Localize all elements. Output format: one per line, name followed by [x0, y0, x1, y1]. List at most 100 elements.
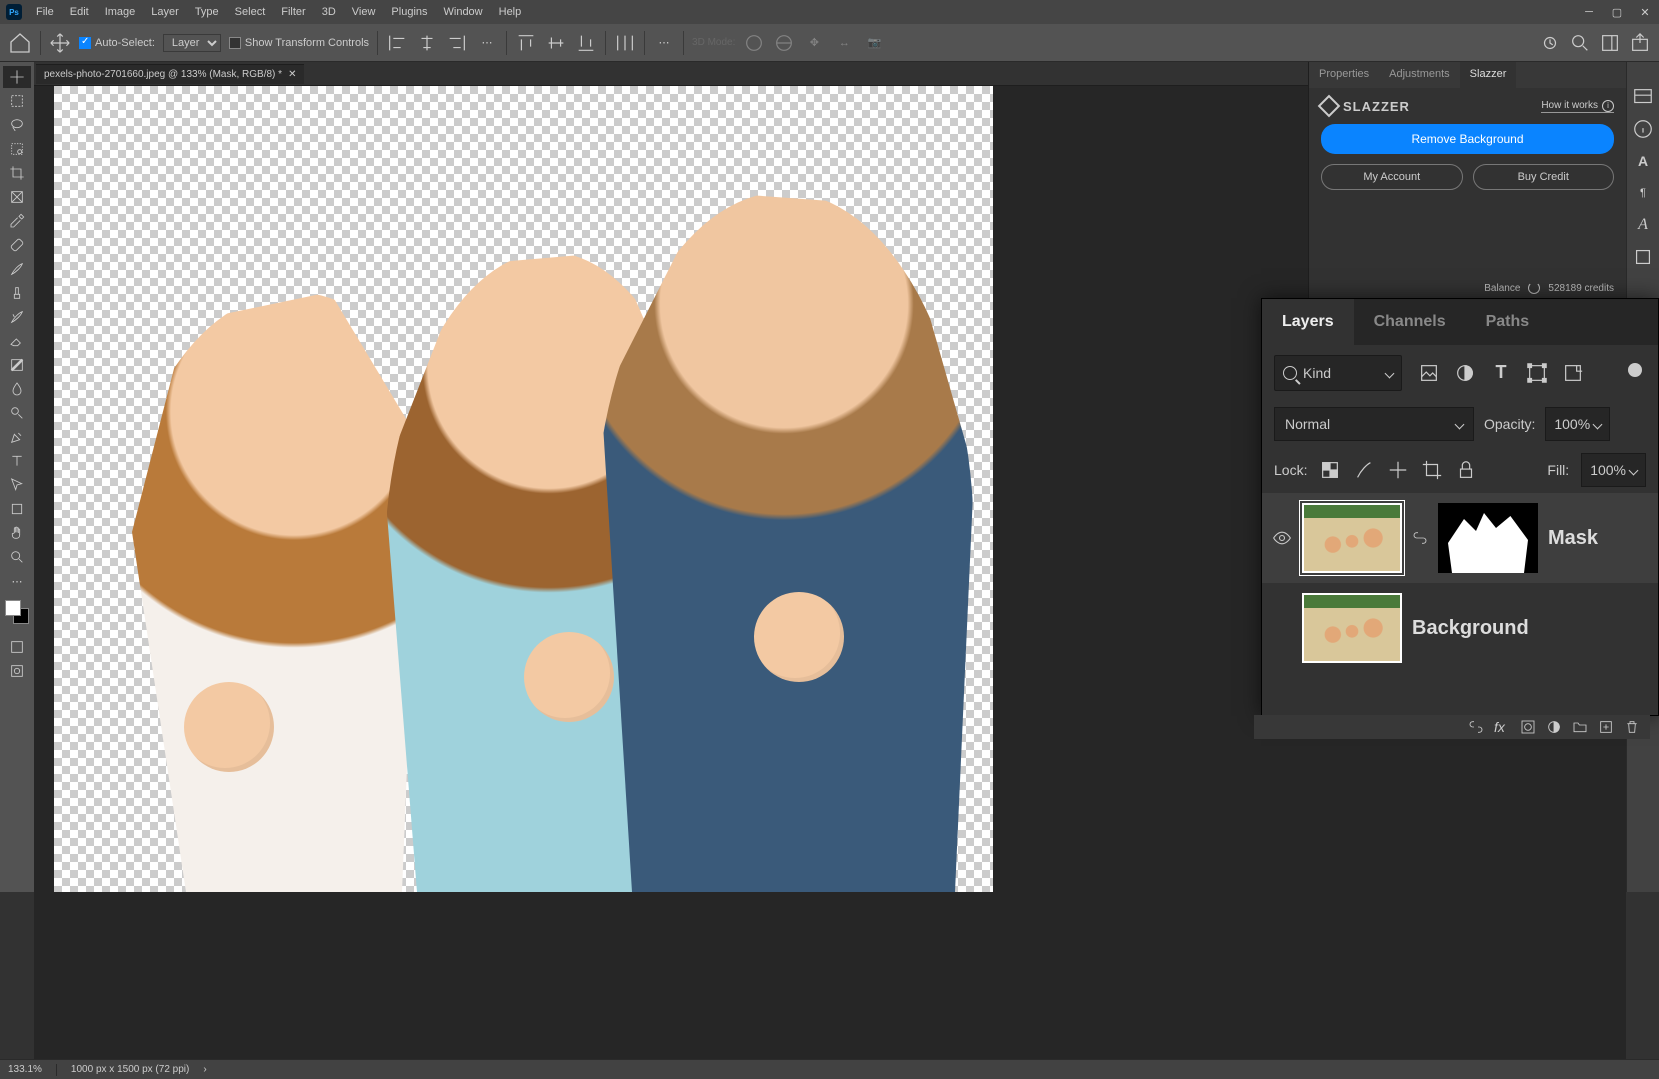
pen-tool[interactable]: [3, 426, 31, 448]
paragraph-panel-icon[interactable]: ¶: [1632, 182, 1654, 204]
align-top-icon[interactable]: [515, 32, 537, 54]
align-center-h-icon[interactable]: [416, 32, 438, 54]
layer-thumbnail[interactable]: [1302, 593, 1402, 663]
layer-mask-thumbnail[interactable]: [1438, 503, 1538, 573]
share-icon[interactable]: [1629, 32, 1651, 54]
filter-shape-icon[interactable]: [1526, 362, 1548, 384]
chevron-right-icon[interactable]: ›: [203, 1064, 206, 1075]
menu-filter[interactable]: Filter: [273, 2, 313, 22]
document-tab[interactable]: pexels-photo-2701660.jpeg @ 133% (Mask, …: [36, 64, 304, 84]
how-it-works-link[interactable]: How it works i: [1541, 100, 1614, 113]
lock-position-icon[interactable]: [1387, 459, 1409, 481]
align-right-icon[interactable]: [446, 32, 468, 54]
link-layers-icon[interactable]: [1468, 719, 1484, 735]
opacity-input[interactable]: 100%: [1545, 407, 1610, 441]
delete-layer-icon[interactable]: [1624, 719, 1640, 735]
tab-properties[interactable]: Properties: [1309, 62, 1379, 88]
lasso-tool[interactable]: [3, 114, 31, 136]
layer-style-icon[interactable]: fx: [1494, 719, 1510, 735]
zoom-tool[interactable]: [3, 546, 31, 568]
layer-name[interactable]: Mask: [1548, 527, 1598, 550]
layer-name[interactable]: Background: [1412, 617, 1529, 640]
orbit-3d-icon[interactable]: [743, 32, 765, 54]
filter-toggle[interactable]: [1628, 363, 1642, 377]
character-panel-icon[interactable]: A: [1632, 150, 1654, 172]
align-bottom-icon[interactable]: [575, 32, 597, 54]
fill-input[interactable]: 100%: [1581, 453, 1646, 487]
lock-all-icon[interactable]: [1455, 459, 1477, 481]
layer-row[interactable]: Background: [1262, 583, 1658, 673]
healing-tool[interactable]: [3, 234, 31, 256]
camera-3d-icon[interactable]: 📷: [863, 32, 885, 54]
screen-mode-icon[interactable]: [3, 636, 31, 658]
menu-help[interactable]: Help: [491, 2, 530, 22]
tab-channels[interactable]: Channels: [1354, 299, 1466, 345]
close-tab-icon[interactable]: ✕: [288, 69, 296, 80]
new-group-icon[interactable]: [1572, 719, 1588, 735]
window-minimize-icon[interactable]: ─: [1575, 0, 1603, 24]
edit-toolbar-icon[interactable]: ⋯: [3, 570, 31, 592]
libraries-panel-icon[interactable]: [1632, 246, 1654, 268]
filter-type-icon[interactable]: T: [1490, 362, 1512, 384]
lock-artboard-icon[interactable]: [1421, 459, 1443, 481]
visibility-icon[interactable]: [1272, 528, 1292, 548]
window-close-icon[interactable]: ✕: [1631, 0, 1659, 24]
workspace-icon[interactable]: [1599, 32, 1621, 54]
menu-edit[interactable]: Edit: [62, 2, 97, 22]
cloud-doc-icon[interactable]: [1539, 32, 1561, 54]
overflow-icon[interactable]: ⋯: [653, 32, 675, 54]
layer-row[interactable]: Mask: [1262, 493, 1658, 583]
tab-paths[interactable]: Paths: [1466, 299, 1550, 345]
marquee-tool[interactable]: [3, 90, 31, 112]
zoom-level[interactable]: 133.1%: [8, 1064, 42, 1075]
home-icon[interactable]: [8, 31, 32, 55]
type-tool[interactable]: [3, 450, 31, 472]
menu-type[interactable]: Type: [187, 2, 227, 22]
roll-3d-icon[interactable]: [773, 32, 795, 54]
refresh-balance-icon[interactable]: [1528, 282, 1540, 294]
crop-tool[interactable]: [3, 162, 31, 184]
blend-mode-dropdown[interactable]: Normal: [1274, 407, 1474, 441]
eraser-tool[interactable]: [3, 330, 31, 352]
window-maximize-icon[interactable]: ▢: [1603, 0, 1631, 24]
more-align-icon[interactable]: ⋯: [476, 32, 498, 54]
history-brush-tool[interactable]: [3, 306, 31, 328]
mask-link-icon[interactable]: [1412, 530, 1428, 546]
menu-view[interactable]: View: [344, 2, 384, 22]
my-account-button[interactable]: My Account: [1321, 164, 1463, 190]
menu-plugins[interactable]: Plugins: [383, 2, 435, 22]
path-select-tool[interactable]: [3, 474, 31, 496]
new-layer-icon[interactable]: [1598, 719, 1614, 735]
align-center-v-icon[interactable]: [545, 32, 567, 54]
menu-layer[interactable]: Layer: [143, 2, 187, 22]
hand-tool[interactable]: [3, 522, 31, 544]
filter-pixel-icon[interactable]: [1418, 362, 1440, 384]
quick-select-tool[interactable]: [3, 138, 31, 160]
frame-tool[interactable]: [3, 186, 31, 208]
layer-filter-kind-dropdown[interactable]: Kind: [1274, 355, 1402, 391]
menu-file[interactable]: File: [28, 2, 62, 22]
adjustment-layer-icon[interactable]: [1546, 719, 1562, 735]
buy-credit-button[interactable]: Buy Credit: [1473, 164, 1615, 190]
auto-select-target-dropdown[interactable]: Layer: [163, 34, 221, 52]
shape-tool[interactable]: [3, 498, 31, 520]
search-icon[interactable]: [1569, 32, 1591, 54]
move-tool[interactable]: [3, 66, 31, 88]
info-panel-icon[interactable]: [1632, 118, 1654, 140]
dodge-tool[interactable]: [3, 402, 31, 424]
add-mask-icon[interactable]: [1520, 719, 1536, 735]
lock-image-icon[interactable]: [1353, 459, 1375, 481]
document-info[interactable]: 1000 px x 1500 px (72 ppi): [71, 1064, 189, 1075]
align-left-icon[interactable]: [386, 32, 408, 54]
glyphs-panel-icon[interactable]: A: [1632, 214, 1654, 236]
tab-slazzer[interactable]: Slazzer: [1460, 62, 1517, 88]
move-tool-icon[interactable]: [49, 32, 71, 54]
pan-3d-icon[interactable]: ✥: [803, 32, 825, 54]
remove-background-button[interactable]: Remove Background: [1321, 124, 1614, 154]
brush-tool[interactable]: [3, 258, 31, 280]
layer-thumbnail[interactable]: [1302, 503, 1402, 573]
blur-tool[interactable]: [3, 378, 31, 400]
menu-window[interactable]: Window: [436, 2, 491, 22]
tab-adjustments[interactable]: Adjustments: [1379, 62, 1460, 88]
color-swatches[interactable]: [5, 600, 29, 624]
